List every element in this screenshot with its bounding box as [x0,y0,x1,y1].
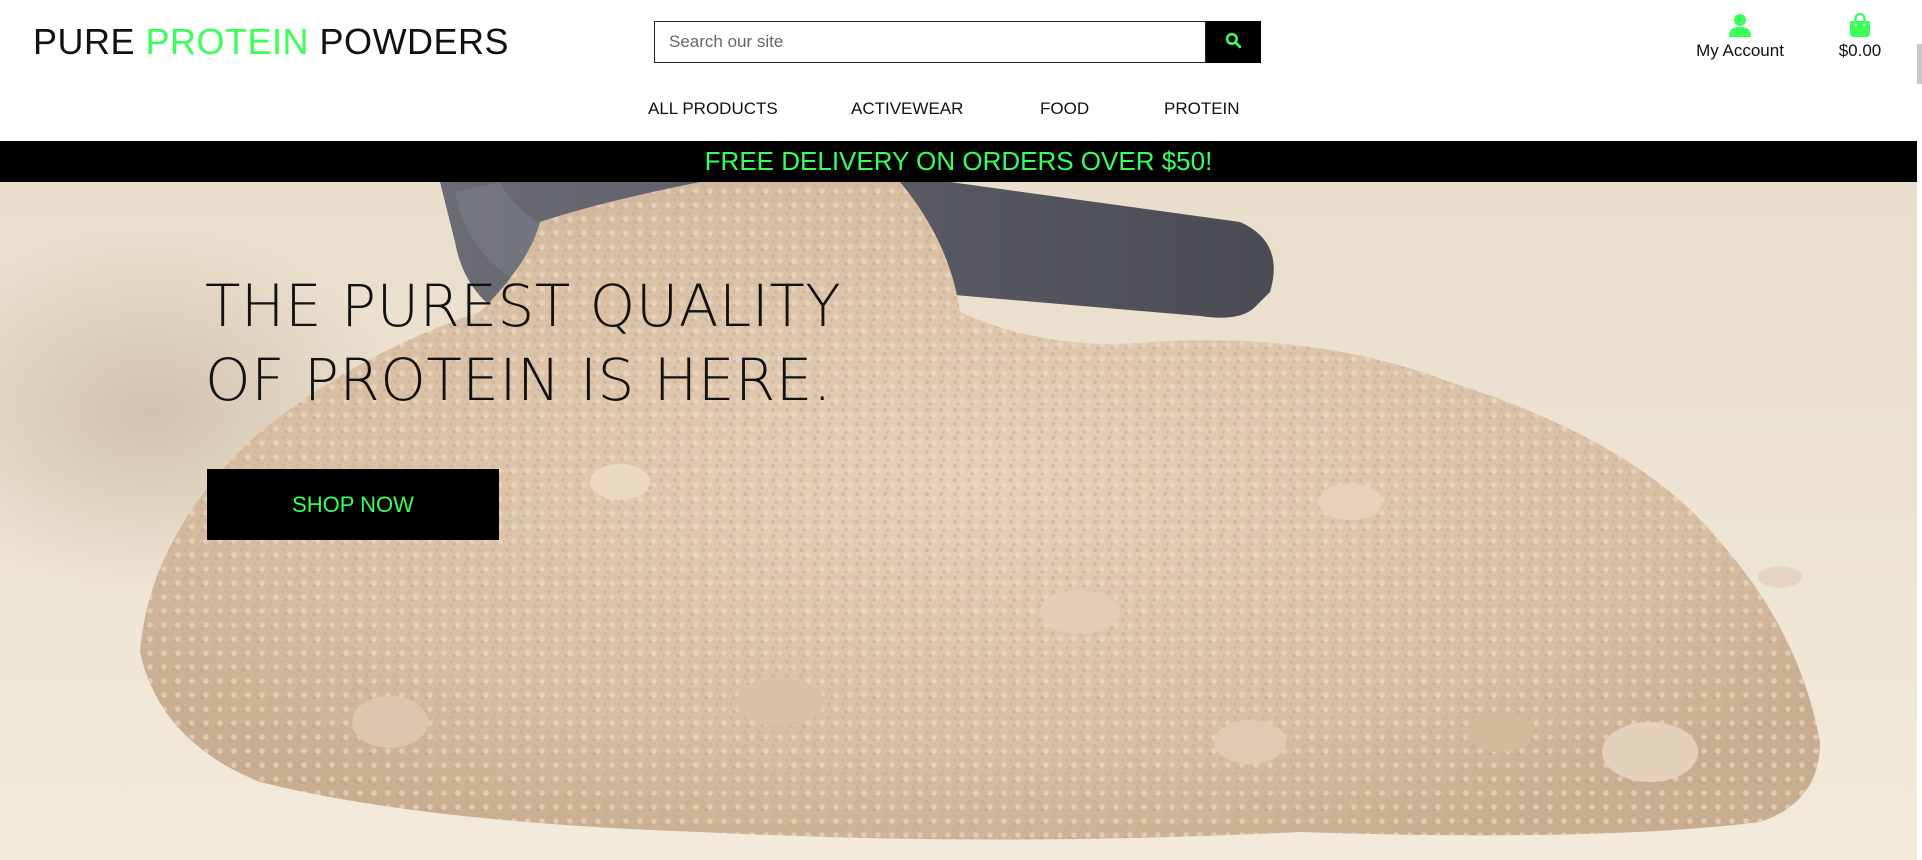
user-icon [1729,13,1751,42]
nav-activewear[interactable]: ACTIVEWEAR [851,94,963,124]
hero-heading: THE PUREST QUALITY OF PROTEIN IS HERE. [205,269,841,417]
brand-text-protein: PROTEIN [145,21,310,62]
search-icon [1225,32,1242,52]
search-button[interactable] [1206,21,1261,63]
my-account-label: My Account [1696,41,1784,60]
my-account-link[interactable]: My Account [1688,13,1792,62]
site-header: PURE PROTEIN POWDERS Search our site My … [0,0,1917,141]
search-form [654,21,1261,63]
hero-heading-line-2: OF PROTEIN IS HERE. [205,346,832,414]
hero-heading-line-1: THE PUREST QUALITY [205,272,842,340]
cart-total: $0.00 [1838,41,1882,60]
brand-logo[interactable]: PURE PROTEIN POWDERS [33,20,509,64]
page: PURE PROTEIN POWDERS Search our site My … [0,0,1922,860]
hero-section: THE PUREST QUALITY OF PROTEIN IS HERE. S… [0,182,1917,860]
brand-text-powders: POWDERS [309,21,510,62]
shop-now-button[interactable]: SHOP NOW [207,469,499,540]
promo-text: FREE DELIVERY ON ORDERS OVER $50! [704,146,1213,176]
main-nav: ALL PRODUCTS ACTIVEWEAR FOOD PROTEIN [0,94,1917,124]
shopping-bag-icon [1849,12,1871,42]
nav-protein[interactable]: PROTEIN [1164,94,1240,124]
nav-all-products[interactable]: ALL PRODUCTS [648,94,778,124]
search-input[interactable] [654,21,1206,63]
promo-banner: FREE DELIVERY ON ORDERS OVER $50! [0,141,1917,182]
page-scrollbar[interactable] [1917,0,1922,860]
brand-text-pure: PURE [33,21,146,62]
nav-food[interactable]: FOOD [1040,94,1089,124]
scrollbar-thumb[interactable] [1917,44,1922,84]
shopping-bag-link[interactable]: $0.00 [1830,12,1890,62]
